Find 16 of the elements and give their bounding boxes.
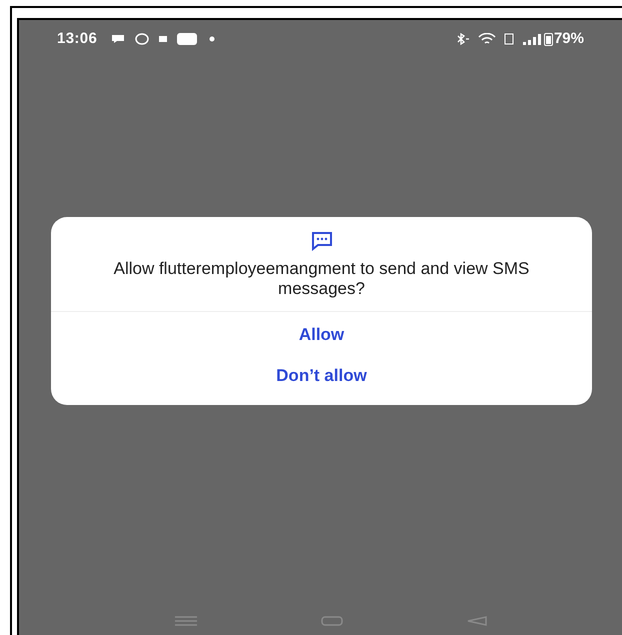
badge-icon: [177, 33, 198, 45]
dialog-button[interactable]: Don’t allow: [272, 357, 371, 394]
status-time: 13:06: [57, 28, 98, 49]
dot-icon: [209, 36, 216, 42]
dialog-button[interactable]: Allow: [294, 316, 348, 353]
dialog-message: Allow flutteremployeemangment to send and view SMS messages?: [112, 258, 530, 298]
battery-percent: 79%: [554, 28, 584, 49]
menu-icon: [174, 616, 196, 626]
signal-icon: [522, 33, 542, 45]
home-icon: [320, 616, 342, 626]
chat-bubble-icon: [111, 34, 126, 44]
battery-icon: [544, 32, 553, 46]
bluetooth-icon: [456, 33, 470, 45]
back-icon: [466, 616, 486, 626]
message-icon: [310, 230, 332, 250]
wifi-icon: [478, 33, 496, 45]
